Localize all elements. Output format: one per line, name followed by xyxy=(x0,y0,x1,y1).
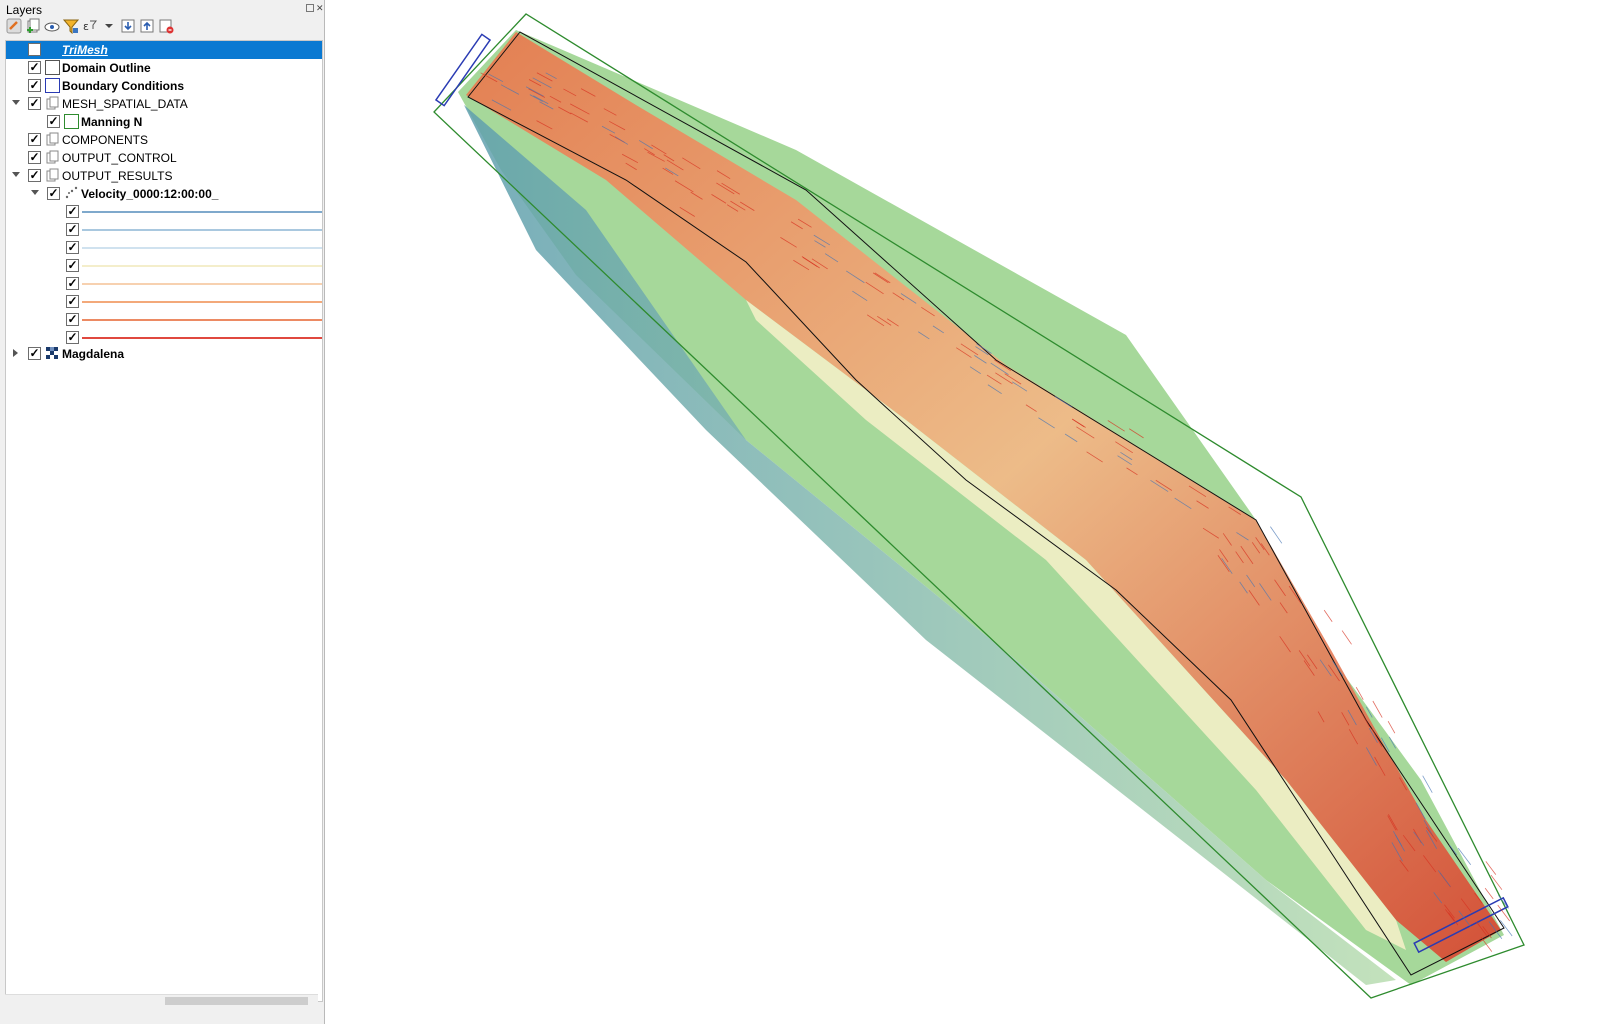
layer-row-output-results[interactable]: ✓ OUTPUT_RESULTS xyxy=(6,167,322,185)
collapsed-arrow-icon[interactable] xyxy=(13,349,18,357)
layer-tree: TriMesh ✓ Domain Outline ✓ Boundary Cond… xyxy=(5,40,323,1002)
remove-layer-icon[interactable] xyxy=(158,18,174,34)
chevron-down-icon[interactable] xyxy=(101,18,117,34)
legend-class-checkbox[interactable]: ✓ xyxy=(66,205,79,218)
legend-class-checkbox[interactable]: ✓ xyxy=(66,277,79,290)
panel-title: Layers xyxy=(6,3,43,17)
style-manager-icon[interactable] xyxy=(6,18,22,34)
filter-legend-icon[interactable] xyxy=(63,18,79,34)
legend-class-checkbox[interactable]: ✓ xyxy=(66,313,79,326)
group-icon xyxy=(45,150,60,165)
legend-line-symbol xyxy=(82,283,322,285)
legend-line-symbol xyxy=(82,211,322,213)
legend-line-symbol xyxy=(82,247,322,249)
polygon-symbol-icon xyxy=(64,114,79,129)
visibility-icon[interactable] xyxy=(44,18,60,34)
group-icon xyxy=(45,168,60,183)
scrollbar-thumb[interactable] xyxy=(165,997,308,1005)
layer-name: Boundary Conditions xyxy=(62,79,184,93)
layer-checkbox[interactable]: ✓ xyxy=(47,187,60,200)
velocity-arrow xyxy=(1341,630,1352,645)
expand-arrow-icon[interactable] xyxy=(12,172,20,177)
layer-row-components[interactable]: ✓ COMPONENTS xyxy=(6,131,322,149)
layer-checkbox[interactable]: ✓ xyxy=(28,79,41,92)
add-group-icon[interactable] xyxy=(25,18,41,34)
layer-checkbox[interactable] xyxy=(28,43,41,56)
collapse-all-icon[interactable] xyxy=(139,18,155,34)
boundary-symbol-icon xyxy=(45,78,60,93)
legend-line-symbol xyxy=(82,301,322,303)
mesh-map xyxy=(433,13,1525,999)
filter-expression-icon[interactable]: ε xyxy=(82,18,98,34)
layer-name: Manning N xyxy=(81,115,143,129)
layer-checkbox[interactable]: ✓ xyxy=(47,115,60,128)
layer-name: OUTPUT_CONTROL xyxy=(62,151,177,165)
layer-checkbox[interactable]: ✓ xyxy=(28,169,41,182)
layer-row-boundary-conditions[interactable]: ✓ Boundary Conditions xyxy=(6,77,322,95)
velocity-arrow xyxy=(1372,700,1383,718)
legend-class-checkbox[interactable]: ✓ xyxy=(66,259,79,272)
expand-arrow-icon[interactable] xyxy=(12,100,20,105)
expand-arrow-icon[interactable] xyxy=(31,190,39,195)
velocity-arrow xyxy=(1484,887,1494,900)
horizontal-scrollbar[interactable] xyxy=(5,994,318,1007)
velocity-arrow xyxy=(1387,720,1396,734)
layer-row-trimesh[interactable]: TriMesh xyxy=(6,41,322,59)
legend-line-symbol xyxy=(82,265,322,267)
legend-class-row[interactable]: ✓ xyxy=(6,221,322,239)
layer-row-output-control[interactable]: ✓ OUTPUT_CONTROL xyxy=(6,149,322,167)
layer-row-mesh-spatial-data[interactable]: ✓ MESH_SPATIAL_DATA xyxy=(6,95,322,113)
layer-row-domain-outline[interactable]: ✓ Domain Outline xyxy=(6,59,322,77)
svg-text:ε: ε xyxy=(83,20,89,33)
layer-name: TriMesh xyxy=(62,43,108,57)
legend-class-row[interactable]: ✓ xyxy=(6,203,322,221)
layer-row-magdalena[interactable]: ✓ Magdalena xyxy=(6,345,322,363)
layer-name: MESH_SPATIAL_DATA xyxy=(62,97,188,111)
legend-class-row[interactable]: ✓ xyxy=(6,257,322,275)
layer-name: Velocity_0000:12:00:00_ xyxy=(81,187,219,201)
legend-class-row[interactable]: ✓ xyxy=(6,311,322,329)
layer-name: OUTPUT_RESULTS xyxy=(62,169,173,183)
expand-all-icon[interactable] xyxy=(120,18,136,34)
layer-checkbox[interactable]: ✓ xyxy=(28,97,41,110)
legend-line-symbol xyxy=(82,337,322,339)
layer-name: Magdalena xyxy=(62,347,125,361)
legend-class-checkbox[interactable]: ✓ xyxy=(66,223,79,236)
map-canvas[interactable] xyxy=(326,0,1600,1024)
legend-line-symbol xyxy=(82,319,322,321)
velocity-arrow xyxy=(1323,609,1333,622)
layer-checkbox[interactable]: ✓ xyxy=(28,347,41,360)
close-panel-icon[interactable]: ✕ xyxy=(316,3,324,13)
layer-row-velocity[interactable]: ✓ Velocity_0000:12:00:00_ xyxy=(6,185,322,203)
layer-name: COMPONENTS xyxy=(62,133,149,147)
layer-checkbox[interactable]: ✓ xyxy=(28,133,41,146)
layers-panel: Layers ✕ ε TriMesh ✓ Domain Outline ✓ Bo… xyxy=(0,0,325,1024)
layer-row-manning-n[interactable]: ✓ Manning N xyxy=(6,113,322,131)
layers-toolbar: ε xyxy=(6,18,174,38)
legend-class-checkbox[interactable]: ✓ xyxy=(66,295,79,308)
point-layer-icon xyxy=(64,186,79,201)
legend-class-row[interactable]: ✓ xyxy=(6,275,322,293)
legend-class-checkbox[interactable]: ✓ xyxy=(66,331,79,344)
layer-name: Domain Outline xyxy=(62,61,151,75)
group-icon xyxy=(45,132,60,147)
raster-layer-icon xyxy=(45,346,60,361)
legend-class-checkbox[interactable]: ✓ xyxy=(66,241,79,254)
legend-class-row[interactable]: ✓ xyxy=(6,239,322,257)
group-icon xyxy=(45,96,60,111)
float-panel-icon[interactable] xyxy=(306,4,314,12)
velocity-arrow xyxy=(1270,526,1283,544)
legend-line-symbol xyxy=(82,229,322,231)
layer-checkbox[interactable]: ✓ xyxy=(28,61,41,74)
legend-class-row[interactable]: ✓ xyxy=(6,293,322,311)
outline-symbol-icon xyxy=(45,60,60,75)
layer-checkbox[interactable]: ✓ xyxy=(28,151,41,164)
mesh-layer-icon xyxy=(46,42,61,57)
